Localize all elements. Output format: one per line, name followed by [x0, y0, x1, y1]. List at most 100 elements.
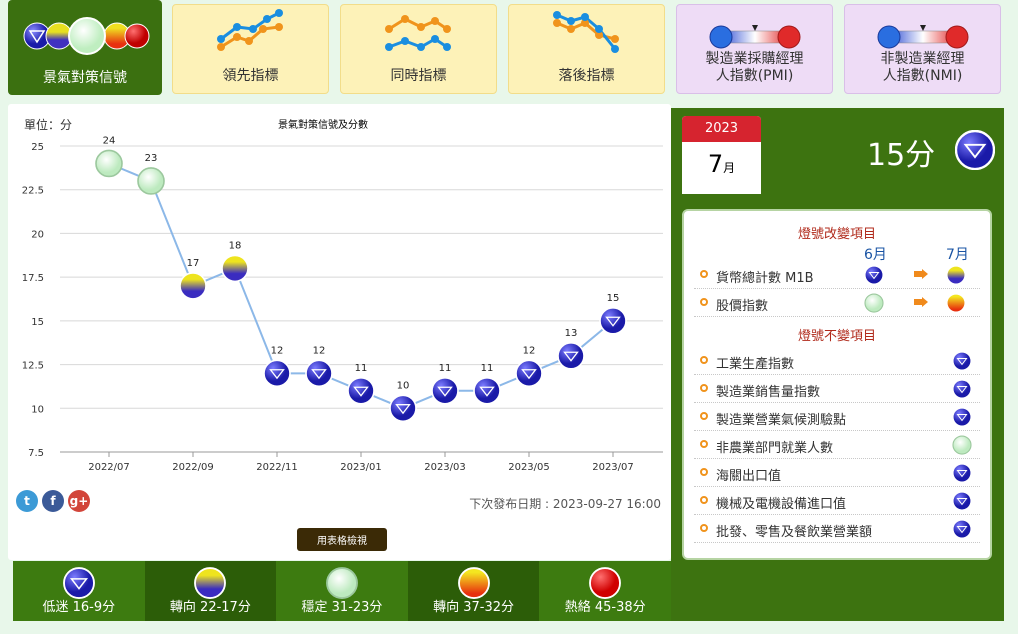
legend-item: 低迷 16-9分	[13, 561, 145, 621]
y-tick-label: 22.5	[22, 186, 44, 197]
calendar-icon: 2023 7月	[682, 116, 761, 194]
data-label: 12	[271, 345, 284, 356]
green-signal-light	[137, 167, 165, 195]
unchanged-item-row[interactable]: 工業生產指數	[694, 347, 980, 375]
calendar-year: 2023	[682, 116, 761, 142]
unchanged-item-row[interactable]: 批發、零售及餐飲業營業額	[694, 515, 980, 543]
green-signal-icon	[864, 293, 884, 313]
tab-leading[interactable]: 領先指標	[172, 4, 329, 94]
blue-signal-light	[515, 359, 543, 388]
blue-signal-icon	[952, 491, 972, 511]
blue-signal-light	[952, 379, 972, 399]
x-tick-label: 2023/07	[592, 462, 634, 473]
data-point	[263, 359, 291, 388]
yellow-red-signal-icon	[457, 567, 490, 599]
legend-label: 轉向 22-17分	[169, 600, 251, 615]
data-label: 10	[397, 380, 410, 391]
line-chart-icon	[384, 15, 451, 51]
data-label: 11	[355, 363, 368, 374]
arrow-right-icon	[914, 269, 928, 279]
unchanged-item-row[interactable]: 製造業銷售量指數	[694, 375, 980, 403]
current-score: 15分	[867, 138, 936, 173]
top-nav: 景氣對策信號 領先指標 同時指標 落後指標 製造業採購經理 人指數(PMI) 非…	[0, 0, 1018, 100]
yellow-blue-signal-light	[946, 265, 966, 285]
blue-signal-light	[952, 463, 972, 483]
thermometer-icon	[709, 25, 800, 49]
data-point	[305, 359, 333, 388]
data-label: 18	[229, 240, 242, 251]
yellow-blue-signal-light	[179, 272, 207, 300]
unchanged-item-row[interactable]: 海關出口值	[694, 459, 980, 487]
legend-item: 熱絡 45-38分	[539, 561, 671, 621]
changed-item-row[interactable]: 貨幣總計數 M1B	[694, 261, 980, 289]
data-point	[389, 394, 417, 423]
data-label: 12	[313, 345, 326, 356]
indicator-name: 批發、零售及餐飲業營業額	[716, 525, 873, 540]
yellow-blue-signal-light	[221, 254, 249, 283]
blue-signal-icon	[952, 379, 972, 399]
tab-coincident[interactable]: 同時指標	[340, 4, 497, 94]
facebook-icon[interactable]: f	[42, 490, 64, 512]
y-tick-label: 20	[31, 229, 44, 240]
blue-signal-icon	[952, 351, 972, 371]
data-point	[557, 342, 585, 370]
data-point	[599, 307, 627, 335]
y-tick-label: 25	[31, 142, 44, 153]
blue-signal-light	[952, 519, 972, 539]
blue-signal-icon	[952, 463, 972, 483]
blue-signal-light	[557, 342, 585, 370]
indicator-name: 貨幣總計數 M1B	[716, 271, 814, 286]
yellow-blue-signal-icon	[194, 567, 227, 599]
yellow-red-signal-icon	[946, 293, 966, 313]
legend-label: 低迷 16-9分	[42, 600, 116, 615]
unchanged-item-row[interactable]: 非農業部門就業人數	[694, 431, 980, 459]
bullet-icon	[700, 440, 708, 448]
tab-label: 製造業採購經理 人指數(PMI)	[705, 51, 804, 84]
green-signal-icon	[326, 567, 358, 599]
unchanged-item-row[interactable]: 機械及電機設備進口值	[694, 487, 980, 515]
tab-pmi[interactable]: 製造業採購經理 人指數(PMI)	[676, 4, 833, 94]
tab-lagging[interactable]: 落後指標	[508, 4, 665, 94]
bullet-icon	[700, 384, 708, 392]
twitter-icon[interactable]: t	[16, 490, 38, 512]
bullet-icon	[700, 496, 708, 504]
tab-label: 落後指標	[558, 68, 615, 84]
data-label: 12	[523, 345, 536, 356]
indicator-name: 製造業銷售量指數	[716, 385, 821, 400]
signal-legend: 低迷 16-9分 轉向 22-17分 穩定 31-23分 轉向 37-32分 熱…	[13, 561, 671, 621]
data-label: 11	[481, 363, 494, 374]
tab-nmi[interactable]: 非製造業經理 人指數(NMI)	[844, 4, 1001, 94]
y-tick-label: 17.5	[22, 273, 44, 284]
social-links: t f g+	[16, 490, 90, 512]
yellow-blue-signal-light	[194, 567, 227, 599]
legend-label: 熱絡 45-38分	[564, 600, 646, 615]
blue-signal-icon	[955, 130, 995, 170]
blue-signal-light	[389, 394, 417, 423]
line-chart-icon	[552, 11, 619, 53]
blue-signal-light	[952, 407, 972, 427]
blue-signal-light	[955, 130, 995, 170]
x-tick-label: 2022/11	[256, 462, 298, 473]
tab-signal[interactable]: 景氣對策信號	[8, 0, 162, 95]
data-label: 24	[103, 135, 116, 146]
blue-signal-icon	[952, 519, 972, 539]
current-signal-panel: 2023 7月 15分 燈號改變項目 6月 7月 貨幣總計數 M1B 股價指數 …	[671, 108, 1004, 621]
indicator-name: 工業生產指數	[716, 357, 795, 372]
unchanged-item-row[interactable]: 製造業營業氣候測驗點	[694, 403, 980, 431]
tab-label: 非製造業經理 人指數(NMI)	[880, 51, 965, 84]
data-point	[221, 254, 249, 283]
green-signal-light	[952, 435, 972, 455]
data-label: 23	[145, 153, 158, 164]
tab-label: 領先指標	[222, 68, 279, 84]
x-tick-label: 2022/09	[172, 462, 214, 473]
next-release-date: 下次發布日期 : 2023-09-27 16:00	[469, 497, 661, 511]
x-tick-label: 2023/03	[424, 462, 466, 473]
google-plus-icon[interactable]: g+	[68, 490, 90, 512]
blue-signal-light	[864, 265, 884, 285]
view-as-table-button[interactable]: 用表格檢視	[297, 528, 387, 551]
indicator-card: 燈號改變項目 6月 7月 貨幣總計數 M1B 股價指數 燈號不變項目 工業生產指…	[682, 209, 992, 560]
data-point	[137, 167, 165, 195]
green-signal-light	[95, 149, 123, 178]
changed-item-row[interactable]: 股價指數	[694, 289, 980, 317]
data-label: 17	[187, 258, 200, 269]
